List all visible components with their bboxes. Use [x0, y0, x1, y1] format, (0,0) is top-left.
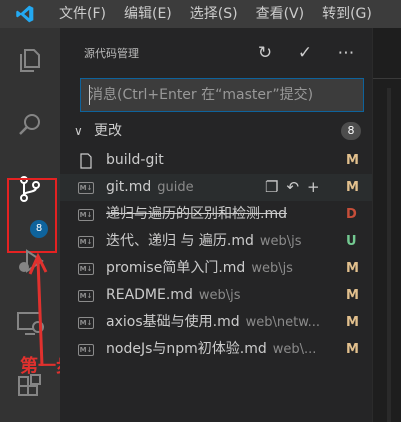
file-path: web\...: [272, 342, 317, 357]
status-badge: M: [346, 315, 359, 330]
commit-message-input[interactable]: 消息(Ctrl+Enter 在“master”提交): [80, 78, 364, 112]
file-path: web\netw...: [245, 315, 321, 330]
search-icon: [19, 114, 40, 135]
row-actions: ❐ ↶ +: [265, 174, 320, 201]
status-badge: D: [346, 207, 357, 222]
file-name: axios基础与使用.md web\netw...: [106, 314, 321, 330]
changed-file-row[interactable]: M↓ 迭代、递归 与 遍历.md web\js U: [60, 228, 372, 255]
menu-bar: 文件(F) 编辑(E) 选择(S) 查看(V) 转到(G): [0, 0, 401, 28]
changed-file-row[interactable]: M↓ 递归与遍历的区别和检测.md D: [60, 201, 372, 228]
status-badge: M: [346, 342, 359, 357]
markdown-icon: M↓: [78, 263, 94, 275]
chevron-down-icon: ∨: [74, 124, 83, 138]
markdown-icon: M↓: [78, 236, 94, 248]
text-caret: [89, 85, 90, 105]
changed-file-row[interactable]: M↓ nodeJs与npm初体验.md web\... M: [60, 336, 372, 363]
source-control-panel: 源代码管理 ↻ ✓ ⋯ 消息(Ctrl+Enter 在“master”提交) ∨…: [60, 28, 372, 422]
markdown-icon: M↓: [78, 182, 94, 194]
file-path: web\js: [198, 288, 241, 303]
editor-scrollbar[interactable]: [387, 88, 391, 422]
changed-file-row[interactable]: M↓ README.md web\js M: [60, 282, 372, 309]
menu-go[interactable]: 转到(G): [313, 0, 381, 28]
stage-changes-icon[interactable]: +: [307, 174, 320, 201]
more-actions-icon[interactable]: ⋯: [335, 42, 357, 64]
file-name: 递归与遍历的区别和检测.md: [106, 206, 287, 222]
commit-check-icon[interactable]: ✓: [294, 42, 316, 64]
file-name: build-git: [106, 152, 164, 168]
files-icon: [20, 49, 40, 72]
file-name: 迭代、递归 与 遍历.md web\js: [106, 233, 302, 249]
file-path: web\js: [259, 234, 302, 249]
markdown-icon: M↓: [78, 317, 94, 329]
changes-group-header[interactable]: ∨ 更改 8: [60, 120, 372, 142]
explorer-button[interactable]: [0, 35, 60, 85]
vscode-logo-icon: [0, 0, 50, 28]
menu-edit[interactable]: 编辑(E): [115, 0, 181, 28]
file-path: web\js: [251, 261, 293, 276]
file-name: promise简单入门.md web\js: [106, 260, 293, 276]
discard-changes-icon[interactable]: ↶: [286, 174, 299, 201]
file-name: nodeJs与npm初体验.md web\...: [106, 341, 317, 357]
panel-title: 源代码管理: [84, 47, 139, 60]
markdown-icon: M↓: [78, 344, 94, 356]
commit-message-placeholder: 消息(Ctrl+Enter 在“master”提交): [89, 87, 314, 103]
changes-count-badge: 8: [341, 122, 361, 140]
markdown-icon: M↓: [78, 290, 94, 302]
changed-file-row[interactable]: M↓ axios基础与使用.md web\netw... M: [60, 309, 372, 336]
file-icon: [80, 153, 92, 169]
open-file-icon[interactable]: ❐: [265, 174, 278, 201]
search-button[interactable]: [0, 100, 60, 150]
status-badge: M: [346, 180, 359, 195]
changed-file-row[interactable]: build-git M: [60, 147, 372, 174]
menu-view[interactable]: 查看(V): [247, 0, 314, 28]
editor-area: [372, 28, 401, 422]
menu-selection[interactable]: 选择(S): [181, 0, 247, 28]
status-badge: M: [346, 153, 359, 168]
file-path: guide: [157, 180, 194, 195]
changes-label: 更改: [94, 123, 122, 139]
editor-tab-divider: [373, 78, 401, 79]
file-name: README.md web\js: [106, 287, 241, 303]
status-badge: M: [346, 288, 359, 303]
markdown-icon: M↓: [78, 209, 94, 221]
panel-header: 源代码管理 ↻ ✓ ⋯: [60, 28, 372, 76]
changed-file-row[interactable]: M↓ git.md guide ❐ ↶ + M: [60, 174, 372, 201]
changed-file-row[interactable]: M↓ promise简单入门.md web\js M: [60, 255, 372, 282]
activity-bar: 8 第一步: [0, 28, 74, 422]
status-badge: M: [346, 261, 359, 276]
refresh-icon[interactable]: ↻: [254, 42, 276, 64]
status-badge: U: [346, 234, 357, 249]
menu-file[interactable]: 文件(F): [50, 0, 115, 28]
file-name: git.md guide: [106, 179, 194, 195]
